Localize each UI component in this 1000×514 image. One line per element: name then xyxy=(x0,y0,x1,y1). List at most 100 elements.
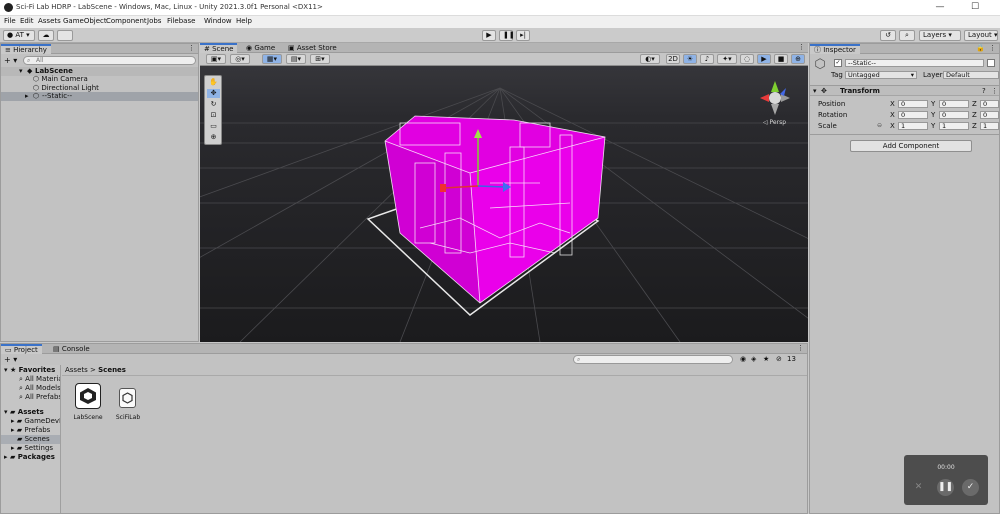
favorite-item-models[interactable]: ⌕ All Models xyxy=(19,384,60,393)
tab-game[interactable]: ◉ Game xyxy=(242,43,279,53)
expand-arrow-icon[interactable]: ▾ xyxy=(19,67,23,75)
hand-tool-icon[interactable]: ✋ xyxy=(207,78,220,87)
hierarchy-item-static[interactable]: ▸ ⬡ --Static-- xyxy=(1,92,198,101)
add-component-button[interactable]: Add Component xyxy=(850,140,972,152)
tab-console[interactable]: ▤ Console xyxy=(49,344,94,354)
menu-gameobject[interactable]: GameObject xyxy=(63,17,107,25)
move-tool-icon[interactable]: ✥ xyxy=(207,89,220,98)
scene-view[interactable]: ◁ Persp ✋ ✥ ↻ ⊡ ▭ ⊕ xyxy=(200,43,808,342)
help-icon[interactable]: ? xyxy=(982,87,986,95)
maximize-button[interactable]: ☐ xyxy=(965,2,985,14)
snap-settings-button[interactable]: ⊞▾ xyxy=(310,54,330,64)
position-y-field[interactable]: 0 xyxy=(939,100,969,108)
object-name-field[interactable]: --Static-- xyxy=(845,59,984,67)
settings-icon[interactable]: ⋮ xyxy=(991,87,998,95)
breadcrumb-scenes[interactable]: Scenes xyxy=(98,366,126,374)
visibility-icon[interactable]: ⊘ xyxy=(776,355,782,363)
tag-dropdown[interactable]: Untagged ▾ xyxy=(845,71,917,79)
breadcrumb-assets[interactable]: Assets xyxy=(65,366,88,374)
tab-scene[interactable]: # Scene xyxy=(200,43,238,53)
cloud-button[interactable]: ☁ xyxy=(38,30,54,41)
more-options-icon[interactable]: ⋮ xyxy=(989,44,996,52)
x-axis-handle[interactable] xyxy=(440,184,446,192)
menu-component[interactable]: Component xyxy=(106,17,147,25)
menu-assets[interactable]: Assets xyxy=(38,17,61,25)
filter-label-icon[interactable]: ◈ xyxy=(751,355,756,363)
transform-header[interactable]: ▾ ✥ Transform ? ⋮ xyxy=(810,85,999,96)
menu-edit[interactable]: Edit xyxy=(20,17,34,25)
more-options-icon[interactable]: ⋮ xyxy=(798,43,805,51)
scene-camera-button[interactable]: ▶ xyxy=(757,54,771,64)
rotation-z-field[interactable]: 0 xyxy=(980,111,999,119)
draw-mode-button[interactable]: ▣▾ xyxy=(206,54,226,64)
hierarchy-item-main-camera[interactable]: ⬡ Main Camera xyxy=(33,75,88,83)
folder-settings[interactable]: ▸ ▰ Settings xyxy=(11,444,53,452)
expand-arrow-icon[interactable]: ▸ xyxy=(25,92,29,100)
favorite-item-materials[interactable]: ⌕ All Materials xyxy=(19,375,60,384)
create-asset-button[interactable]: + ▾ xyxy=(4,355,17,364)
tab-asset-store[interactable]: ▣ Asset Store xyxy=(284,43,341,53)
asset-file-labscene[interactable]: LabScene xyxy=(73,383,103,425)
minimize-button[interactable]: — xyxy=(930,2,950,14)
shading-mode-button[interactable]: ◐▾ xyxy=(640,54,660,64)
menu-window[interactable]: Window xyxy=(204,17,232,25)
project-search-input[interactable]: ⌕ xyxy=(573,355,733,364)
position-x-field[interactable]: 0 xyxy=(898,100,928,108)
snap-increment-button[interactable]: ▤▾ xyxy=(286,54,306,64)
pause-recording-button[interactable]: ❚❚ xyxy=(937,479,954,496)
mode-2d-toggle[interactable]: 2D xyxy=(666,54,680,64)
static-checkbox[interactable] xyxy=(987,59,995,67)
position-z-field[interactable]: 0 xyxy=(980,100,999,108)
tab-inspector[interactable]: ⓘ Inspector xyxy=(810,44,860,54)
camera-icon[interactable]: ■ xyxy=(774,54,788,64)
audio-toggle[interactable]: ♪ xyxy=(700,54,714,64)
expand-arrow-icon[interactable]: ▾ xyxy=(813,87,817,95)
hierarchy-search-input[interactable]: ⌕ All xyxy=(23,56,196,65)
rotate-tool-icon[interactable]: ↻ xyxy=(207,100,220,109)
rotation-y-field[interactable]: 0 xyxy=(939,111,969,119)
play-button[interactable]: ▶ xyxy=(482,30,496,41)
scale-tool-icon[interactable]: ⊡ xyxy=(207,111,220,120)
search-by-type-icon[interactable]: ◉ xyxy=(740,355,746,363)
hierarchy-item-directional-light[interactable]: ⬡ Directional Light xyxy=(33,84,99,92)
menu-file[interactable]: File xyxy=(4,17,16,25)
tab-project[interactable]: ▭ Project xyxy=(1,344,42,354)
menu-jobs[interactable]: Jobs xyxy=(147,17,161,25)
history-button[interactable]: ↺ xyxy=(880,30,896,41)
pivot-button[interactable]: ◎▾ xyxy=(230,54,250,64)
link-icon[interactable]: ⊖ xyxy=(877,122,882,129)
layout-dropdown[interactable]: Layout ▾ xyxy=(964,30,998,41)
rotation-x-field[interactable]: 0 xyxy=(898,111,928,119)
lighting-toggle[interactable]: ☀ xyxy=(683,54,697,64)
folder-scenes[interactable]: ▰ Scenes xyxy=(1,435,60,444)
scale-x-field[interactable]: 1 xyxy=(898,122,928,130)
layers-dropdown[interactable]: Layers ▾ xyxy=(919,30,961,41)
favorite-item-prefabs[interactable]: ⌕ All Prefabs xyxy=(19,393,60,402)
folder-gamedevhq[interactable]: ▸ ▰ GameDevHQ xyxy=(11,417,60,425)
packages-header[interactable]: ▸ ▰ Packages xyxy=(4,453,55,461)
account-button[interactable]: ● AT ▾ xyxy=(3,30,35,41)
persp-label[interactable]: ◁ Persp xyxy=(763,119,786,126)
search-button[interactable]: ⌕ xyxy=(899,30,915,41)
layer-dropdown[interactable]: Default xyxy=(943,71,999,79)
scale-z-field[interactable]: 1 xyxy=(980,122,999,130)
menu-filebase[interactable]: Filebase xyxy=(167,17,195,25)
tab-hierarchy[interactable]: ≡ Hierarchy xyxy=(1,44,51,54)
active-checkbox[interactable]: ✓ xyxy=(834,59,842,67)
transform-tool-icon[interactable]: ⊕ xyxy=(207,133,220,142)
rect-tool-icon[interactable]: ▭ xyxy=(207,122,220,131)
step-button[interactable]: ▸| xyxy=(516,30,530,41)
scene-row[interactable]: ▾ ◆ LabScene xyxy=(1,67,198,76)
grid-snap-button[interactable]: ▦▾ xyxy=(262,54,282,64)
effects-button[interactable]: ✦▾ xyxy=(717,54,737,64)
favorites-header[interactable]: ▾ ★ Favorites xyxy=(4,366,55,374)
assets-header[interactable]: ▾ ▰ Assets xyxy=(4,408,44,416)
menu-help[interactable]: Help xyxy=(236,17,252,25)
discard-button[interactable]: ✕ xyxy=(910,479,927,496)
folder-prefabs[interactable]: ▸ ▰ Prefabs xyxy=(11,426,50,434)
create-plus-button[interactable]: + ▾ xyxy=(4,56,17,65)
pause-button[interactable]: ❚❚ xyxy=(499,30,515,41)
lock-icon[interactable]: 🔒 xyxy=(976,44,985,52)
gizmos-button[interactable]: ⊕ xyxy=(791,54,805,64)
collab-button[interactable] xyxy=(57,30,73,41)
